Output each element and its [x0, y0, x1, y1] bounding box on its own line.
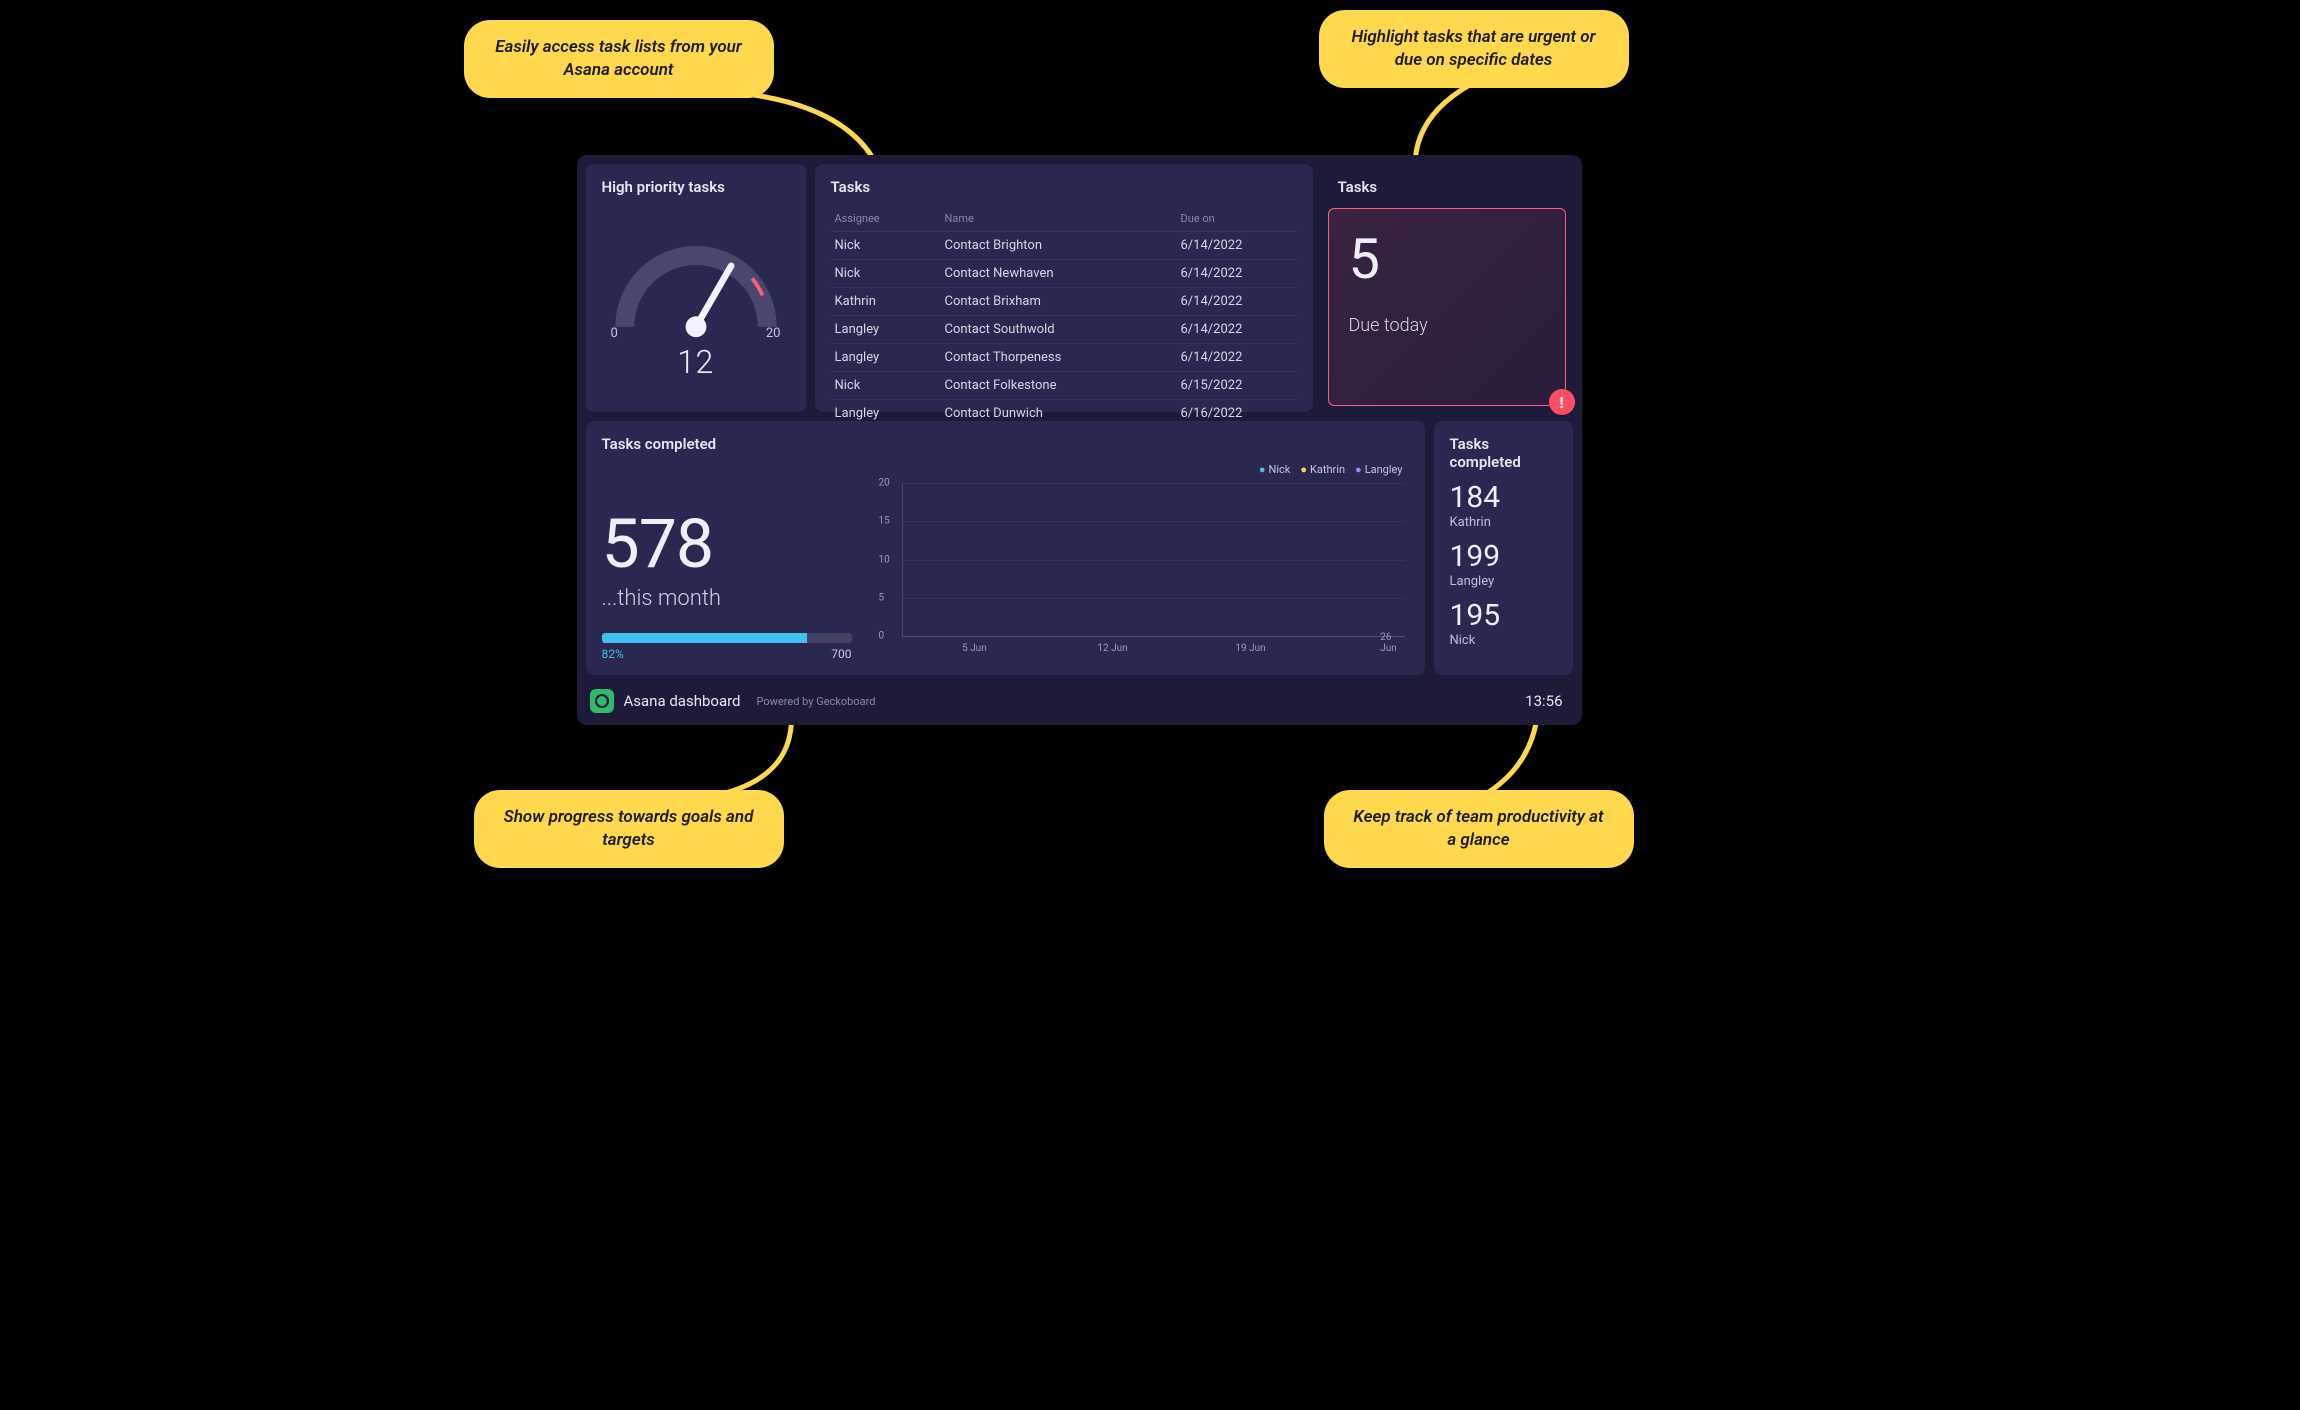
cell-due: 6/14/2022: [1177, 316, 1297, 344]
widget-title: Tasks completed: [602, 435, 1409, 453]
dashboard-title: Asana dashboard: [624, 692, 741, 710]
y-tick: 20: [879, 478, 890, 489]
person-name: Nick: [1450, 633, 1557, 648]
widget-due-today: Tasks 5 Due today !: [1322, 164, 1572, 412]
y-tick: 15: [879, 516, 890, 527]
list-item: 199 Langley: [1450, 542, 1557, 589]
x-tick: 5 Jun: [962, 643, 987, 654]
x-tick: 12 Jun: [1097, 643, 1127, 654]
tasks-table: Assignee Name Due on NickContact Brighto…: [831, 206, 1297, 428]
widget-tasks: Tasks Assignee Name Due on NickContact B…: [815, 164, 1313, 412]
widget-title: Tasks: [831, 178, 1297, 196]
callout-top-right: Highlight tasks that are urgent or due o…: [1319, 10, 1629, 88]
geckoboard-logo-icon: [590, 689, 614, 713]
person-value: 184: [1450, 483, 1557, 513]
cell-due: 6/15/2022: [1177, 372, 1297, 400]
list-item: 195 Nick: [1450, 601, 1557, 648]
cell-assignee: Langley: [831, 316, 941, 344]
cell-due: 6/14/2022: [1177, 232, 1297, 260]
person-name: Kathrin: [1450, 515, 1557, 530]
cell-due: 6/14/2022: [1177, 260, 1297, 288]
clock: 13:56: [1525, 692, 1562, 710]
widget-tasks-completed: Tasks completed 578 ...this month 82% 70…: [586, 421, 1425, 675]
cell-assignee: Nick: [831, 232, 941, 260]
col-name: Name: [941, 206, 1177, 232]
cell-assignee: Kathrin: [831, 288, 941, 316]
completed-bar-chart: Nick Kathrin Langley 0 5 10 15 20 5 Jun 12 Jun…: [872, 463, 1409, 661]
completed-subtitle: ...this month: [602, 586, 852, 611]
dashboard: High priority tasks 0 20 12: [577, 155, 1582, 725]
widget-title: Tasks completed: [1450, 435, 1557, 471]
progress-target: 700: [831, 647, 851, 661]
cell-due: 6/14/2022: [1177, 288, 1297, 316]
y-tick: 0: [879, 631, 885, 642]
progress-percent: 82%: [602, 647, 624, 661]
gauge-value: 12: [677, 343, 714, 381]
cell-name: Contact Folkestone: [941, 372, 1177, 400]
col-due: Due on: [1177, 206, 1297, 232]
widget-title: High priority tasks: [602, 178, 790, 196]
table-row[interactable]: NickContact Newhaven6/14/2022: [831, 260, 1297, 288]
due-today-label: Due today: [1349, 315, 1545, 336]
gauge-max: 20: [766, 326, 781, 341]
cell-name: Contact Newhaven: [941, 260, 1177, 288]
widget-people-completed: Tasks completed 184 Kathrin 199 Langley 195 N…: [1434, 421, 1573, 675]
y-tick: 10: [879, 554, 890, 565]
person-value: 195: [1450, 601, 1557, 631]
dashboard-footer: Asana dashboard Powered by Geckoboard 13…: [586, 684, 1573, 716]
x-tick: 26 Jun: [1380, 632, 1397, 654]
person-value: 199: [1450, 542, 1557, 572]
list-item: 184 Kathrin: [1450, 483, 1557, 530]
col-assignee: Assignee: [831, 206, 941, 232]
powered-by: Powered by Geckoboard: [757, 695, 876, 708]
person-name: Langley: [1450, 574, 1557, 589]
y-tick: 5: [879, 592, 885, 603]
cell-assignee: Nick: [831, 260, 941, 288]
legend-kathrin: Kathrin: [1300, 463, 1345, 476]
completed-value: 578: [602, 512, 852, 577]
table-row[interactable]: NickContact Brighton6/14/2022: [831, 232, 1297, 260]
cell-name: Contact Brixham: [941, 288, 1177, 316]
cell-assignee: Nick: [831, 372, 941, 400]
widget-title: Tasks: [1338, 178, 1378, 196]
progress-bar: 82% 700: [602, 633, 852, 661]
alert-icon: !: [1549, 389, 1575, 415]
callout-top-left: Easily access task lists from your Asana…: [464, 20, 774, 98]
widget-high-priority: High priority tasks 0 20 12: [586, 164, 806, 412]
cell-due: 6/14/2022: [1177, 344, 1297, 372]
due-today-value: 5: [1349, 231, 1545, 287]
cell-name: Contact Southwold: [941, 316, 1177, 344]
cell-name: Contact Thorpeness: [941, 344, 1177, 372]
legend-nick: Nick: [1259, 463, 1291, 476]
table-row[interactable]: LangleyContact Southwold6/14/2022: [831, 316, 1297, 344]
legend-langley: Langley: [1355, 463, 1402, 476]
cell-name: Contact Brighton: [941, 232, 1177, 260]
table-row[interactable]: KathrinContact Brixham6/14/2022: [831, 288, 1297, 316]
x-tick: 19 Jun: [1235, 643, 1265, 654]
table-row[interactable]: LangleyContact Thorpeness6/14/2022: [831, 344, 1297, 372]
cell-assignee: Langley: [831, 344, 941, 372]
table-row[interactable]: NickContact Folkestone6/15/2022: [831, 372, 1297, 400]
gauge-min: 0: [611, 326, 618, 341]
due-today-card[interactable]: 5 Due today !: [1328, 208, 1566, 406]
